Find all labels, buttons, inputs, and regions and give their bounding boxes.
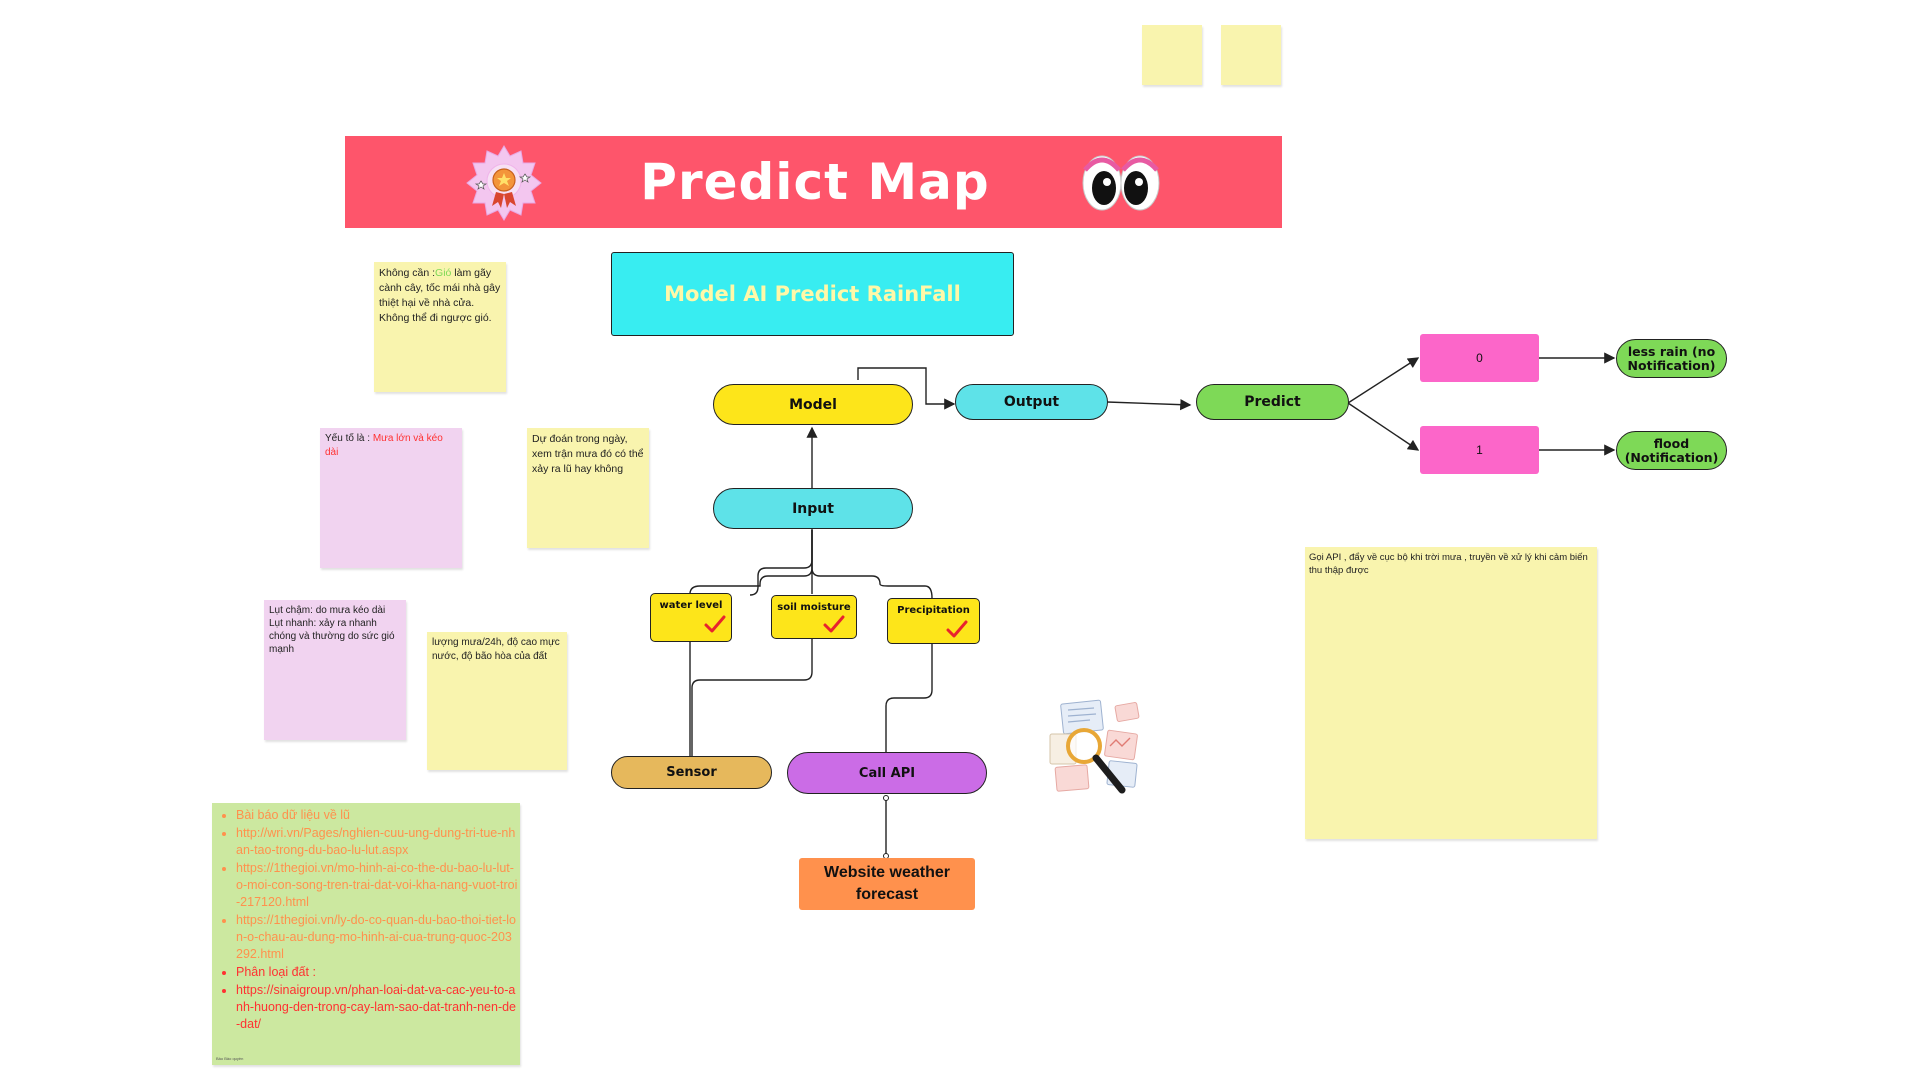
references-footer: Bảo Bảo quyền <box>216 1056 244 1061</box>
output-to-predict-line <box>1106 399 1192 411</box>
call-api-node[interactable]: Call API <box>787 752 987 794</box>
checkmark-icon <box>704 615 726 633</box>
less-rain-label: less rain (no Notification) <box>1627 343 1716 373</box>
soil-moisture-to-sensor-line <box>691 638 813 756</box>
output-node[interactable]: Output <box>955 384 1108 420</box>
rain-metrics-note-text: lượng mưa/24h, độ cao mực nước, độ bão h… <box>432 637 560 662</box>
input-to-water-level-line <box>689 530 813 595</box>
blank-sticky-note-1[interactable] <box>1142 25 1202 85</box>
model-ai-title-label: Model AI Predict RainFall <box>664 282 961 306</box>
wind-note-highlight: Gió <box>435 267 452 279</box>
call-api-node-label: Call API <box>858 765 916 781</box>
precipitation-to-call-api-line <box>885 643 933 752</box>
sticky-note-factor[interactable]: Yếu tố là : Mưa lớn và kéo dài <box>320 428 462 568</box>
input-to-precipitation-line <box>811 530 933 599</box>
award-badge-icon <box>465 144 543 222</box>
model-node-label: Model <box>789 396 837 413</box>
forecast-note-text: Dự đoán trong ngày, xem trận mưa đó có t… <box>532 433 644 475</box>
eyes-icon <box>1080 150 1162 214</box>
model-ai-title-box[interactable]: Model AI Predict RainFall <box>611 252 1014 336</box>
sensor-node-label: Sensor <box>666 765 717 780</box>
page-title: Predict Map <box>640 153 990 211</box>
precipitation-node[interactable]: Precipitation <box>887 598 980 644</box>
result-one-label: 1 <box>1476 443 1483 457</box>
reference-item[interactable]: https://1thegioi.vn/mo-hinh-ai-co-the-du… <box>236 860 518 911</box>
input-node-label: Input <box>792 500 834 517</box>
checkmark-icon <box>946 620 968 638</box>
flood-node[interactable]: flood (Notification) <box>1616 431 1727 470</box>
website-weather-forecast-node[interactable]: Website weather forecast <box>799 858 975 910</box>
references-list: Bài báo dữ liệu về lũhttp://wri.vn/Pages… <box>216 807 518 1033</box>
sticky-note-flood-types[interactable]: Lụt chậm: do mưa kéo dài Lụt nhanh: xảy … <box>264 600 406 740</box>
soil-moisture-label: soil moisture <box>777 602 851 613</box>
less-rain-node[interactable]: less rain (no Notification) <box>1616 339 1727 378</box>
sticky-note-rain-metrics[interactable]: lượng mưa/24h, độ cao mực nước, độ bão h… <box>427 632 567 770</box>
api-note-text: Gọi API , đẩy về cục bộ khi trời mưa , t… <box>1309 552 1588 576</box>
reference-item[interactable]: https://sinaigroup.vn/phan-loai-dat-va-c… <box>236 982 518 1033</box>
checkmark-icon <box>823 615 845 633</box>
predict-node-label: Predict <box>1244 394 1301 410</box>
title-banner: Predict Map <box>345 136 1282 228</box>
reference-item[interactable]: http://wri.vn/Pages/nghien-cuu-ung-dung-… <box>236 825 518 859</box>
flood-label: flood (Notification) <box>1624 435 1719 465</box>
magnifier-documents-icon <box>1046 696 1142 800</box>
predict-node[interactable]: Predict <box>1196 384 1349 420</box>
flood-types-line-1: Lụt chậm: do mưa kéo dài <box>269 605 386 616</box>
factor-note-prefix: Yếu tố là : <box>325 433 373 444</box>
reference-item[interactable]: https://1thegioi.vn/ly-do-co-quan-du-bao… <box>236 912 518 963</box>
water-level-node[interactable]: water level <box>650 593 732 642</box>
flood-types-line-2: Lụt nhanh: xảy ra nhanh chóng và thường … <box>269 618 395 655</box>
precipitation-label: Precipitation <box>897 605 970 616</box>
references-note[interactable]: Bài báo dữ liệu về lũhttp://wri.vn/Pages… <box>212 803 520 1065</box>
predict-to-one-line <box>1347 402 1420 451</box>
model-node[interactable]: Model <box>713 384 913 425</box>
result-zero-label: 0 <box>1476 351 1483 365</box>
output-node-label: Output <box>1003 394 1060 410</box>
reference-item: Phân loại đất : <box>236 964 518 981</box>
soil-moisture-node[interactable]: soil moisture <box>771 595 857 639</box>
reference-item: Bài báo dữ liệu về lũ <box>236 807 518 824</box>
input-node[interactable]: Input <box>713 488 913 529</box>
sticky-note-api[interactable]: Gọi API , đẩy về cục bộ khi trời mưa , t… <box>1305 547 1597 839</box>
sensor-node[interactable]: Sensor <box>611 756 772 789</box>
water-level-label: water level <box>659 600 723 611</box>
result-zero-node[interactable]: 0 <box>1420 334 1539 382</box>
wind-note-prefix: Không cần : <box>379 267 436 279</box>
sticky-note-forecast[interactable]: Dự đoán trong ngày, xem trận mưa đó có t… <box>527 428 649 548</box>
sticky-note-wind[interactable]: Không cần :Gió làm gãy cành cây, tốc mái… <box>374 262 506 392</box>
predict-to-zero-line <box>1347 357 1420 404</box>
website-weather-forecast-label: Website weather forecast <box>824 864 950 903</box>
result-one-node[interactable]: 1 <box>1420 426 1539 474</box>
blank-sticky-note-2[interactable] <box>1221 25 1281 85</box>
